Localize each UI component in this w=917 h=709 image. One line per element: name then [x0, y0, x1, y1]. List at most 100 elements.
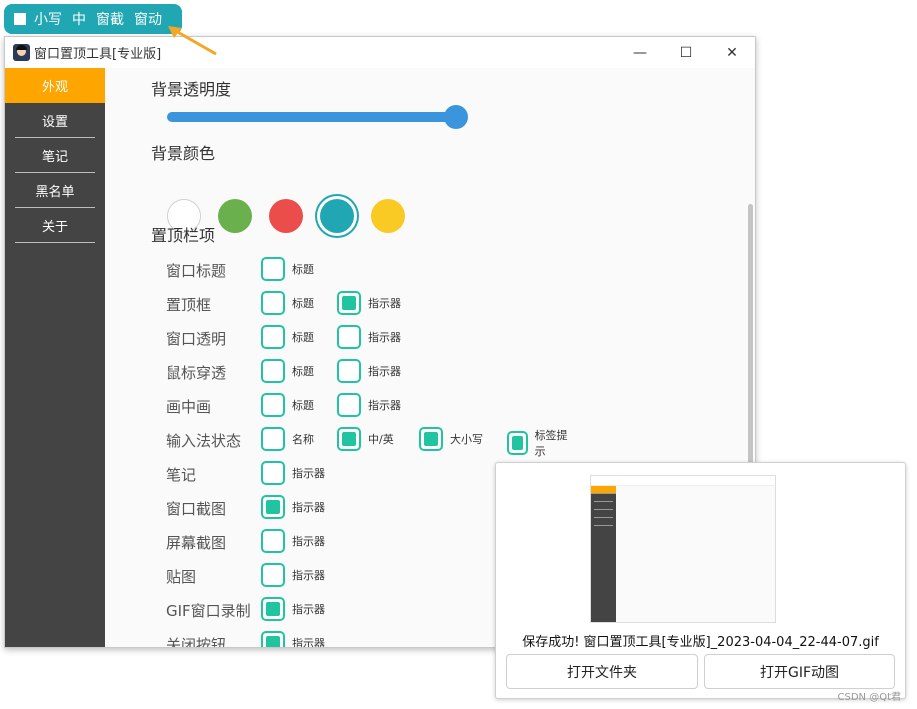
slider-track — [167, 112, 457, 122]
open-folder-button[interactable]: 打开文件夹 — [506, 654, 698, 689]
option-row: 鼠标穿透 标题 指示器 — [166, 359, 591, 385]
option-checkbox-item[interactable]: 指示器 — [337, 393, 401, 417]
window-gif-button[interactable]: 窗动 — [134, 9, 162, 29]
pin-checkbox[interactable] — [14, 13, 26, 25]
option-row-label: 贴图 — [166, 567, 197, 586]
checkbox[interactable] — [261, 495, 285, 519]
checkbox[interactable] — [261, 359, 285, 383]
checkbox-label: 指示器 — [368, 365, 401, 378]
checkbox[interactable] — [261, 461, 285, 485]
annotation-arrow-icon — [168, 26, 217, 56]
opacity-slider[interactable] — [167, 105, 468, 129]
option-checkbox-item[interactable]: 标题 — [261, 393, 314, 417]
option-row-label: 屏幕截图 — [166, 533, 227, 552]
option-checkbox-item[interactable]: 标题 — [261, 325, 314, 349]
sidebar-item-about[interactable]: 关于 — [15, 208, 95, 243]
option-checkbox-item[interactable]: 标签提示 — [507, 427, 571, 459]
option-row-label: 窗口截图 — [166, 499, 227, 518]
color-swatch-3[interactable] — [320, 199, 354, 233]
checkbox[interactable] — [507, 431, 528, 455]
sidebar-item-blacklist[interactable]: 黑名单 — [15, 173, 95, 208]
checkbox-label: 指示器 — [368, 399, 401, 412]
option-row: 窗口透明 标题 指示器 — [166, 325, 591, 351]
checkbox-label: 指示器 — [292, 535, 325, 548]
topbar-items-heading: 置顶栏项 — [151, 226, 216, 245]
sidebar-item-settings[interactable]: 设置 — [15, 103, 95, 138]
checkbox-label: 中/英 — [368, 433, 394, 446]
checkbox-label: 标签提示 — [534, 429, 568, 458]
option-row: 置顶框 标题 指示器 — [166, 291, 591, 317]
sidebar: 外观 设置 笔记 黑名单 关于 — [5, 68, 105, 647]
checkbox[interactable] — [261, 257, 285, 281]
ime-indicator[interactable]: 中 — [72, 9, 86, 29]
checkbox-label: 标题 — [292, 297, 314, 310]
close-button[interactable]: ✕ — [709, 37, 755, 68]
checkbox[interactable] — [261, 291, 285, 315]
title-bar[interactable]: 窗口置顶工具[专业版] — ☐ ✕ — [5, 37, 755, 68]
checkbox[interactable] — [261, 631, 285, 647]
option-checkbox-item[interactable]: 指示器 — [261, 563, 325, 587]
checkbox-label: 大小写 — [450, 433, 483, 446]
option-checkbox-item[interactable]: 指示器 — [261, 461, 325, 485]
option-row-label: 窗口标题 — [166, 261, 227, 280]
slider-thumb[interactable] — [444, 105, 468, 129]
window-screenshot-button[interactable]: 窗截 — [96, 9, 124, 29]
color-swatch-1[interactable] — [218, 199, 252, 233]
checkbox-label: 标题 — [292, 263, 314, 276]
checkbox-label: 指示器 — [292, 501, 325, 514]
window-title: 窗口置顶工具[专业版] — [34, 47, 162, 62]
minimize-button[interactable]: — — [617, 37, 663, 68]
checkbox[interactable] — [337, 325, 361, 349]
option-row-label: 画中画 — [166, 397, 212, 416]
checkbox-label: 指示器 — [292, 467, 325, 480]
option-checkbox-item[interactable]: 指示器 — [261, 597, 325, 621]
option-checkbox-item[interactable]: 大小写 — [419, 427, 483, 451]
checkbox[interactable] — [261, 529, 285, 553]
checkbox-label: 指示器 — [292, 569, 325, 582]
caps-indicator[interactable]: 小写 — [34, 9, 62, 29]
checkbox-label: 指示器 — [368, 331, 401, 344]
checkbox-label: 标题 — [292, 365, 314, 378]
checkbox-label: 名称 — [292, 433, 314, 446]
option-checkbox-item[interactable]: 名称 — [261, 427, 314, 451]
option-row-label: GIF窗口录制 — [166, 601, 251, 620]
option-checkbox-item[interactable]: 指示器 — [337, 291, 401, 315]
checkbox-label: 指示器 — [368, 297, 401, 310]
floating-status-bar[interactable]: 小写 中 窗截 窗动 — [4, 4, 182, 34]
checkbox[interactable] — [261, 325, 285, 349]
option-checkbox-item[interactable]: 指示器 — [261, 495, 325, 519]
checkbox-label: 标题 — [292, 331, 314, 344]
option-checkbox-item[interactable]: 标题 — [261, 359, 314, 383]
checkbox[interactable] — [261, 427, 285, 451]
checkbox-label: 指示器 — [292, 637, 325, 648]
option-row-label: 输入法状态 — [166, 431, 242, 450]
option-checkbox-item[interactable]: 指示器 — [261, 631, 325, 648]
option-checkbox-item[interactable]: 指示器 — [337, 359, 401, 383]
color-heading: 背景颜色 — [151, 144, 216, 163]
option-checkbox-item[interactable]: 标题 — [261, 257, 314, 281]
checkbox[interactable] — [337, 427, 361, 451]
app-icon — [13, 44, 30, 61]
option-row: 窗口标题 标题 — [166, 257, 591, 283]
checkbox[interactable] — [261, 597, 285, 621]
sidebar-item-notes[interactable]: 笔记 — [15, 138, 95, 173]
checkbox[interactable] — [337, 393, 361, 417]
checkbox[interactable] — [261, 393, 285, 417]
watermark: CSDN @Qt君 — [837, 692, 901, 703]
option-checkbox-item[interactable]: 标题 — [261, 291, 314, 315]
checkbox[interactable] — [337, 359, 361, 383]
gif-preview-thumbnail — [590, 475, 776, 623]
option-checkbox-item[interactable]: 指示器 — [337, 325, 401, 349]
checkbox[interactable] — [261, 563, 285, 587]
color-swatch-2[interactable] — [269, 199, 303, 233]
checkbox[interactable] — [419, 427, 443, 451]
option-row-label: 鼠标穿透 — [166, 363, 227, 382]
open-gif-button[interactable]: 打开GIF动图 — [704, 654, 895, 689]
option-checkbox-item[interactable]: 指示器 — [261, 529, 325, 553]
sidebar-item-appearance[interactable]: 外观 — [5, 68, 105, 103]
maximize-button[interactable]: ☐ — [663, 37, 709, 68]
option-row-label: 窗口透明 — [166, 329, 227, 348]
checkbox[interactable] — [337, 291, 361, 315]
option-checkbox-item[interactable]: 中/英 — [337, 427, 394, 451]
color-swatch-4[interactable] — [371, 199, 405, 233]
